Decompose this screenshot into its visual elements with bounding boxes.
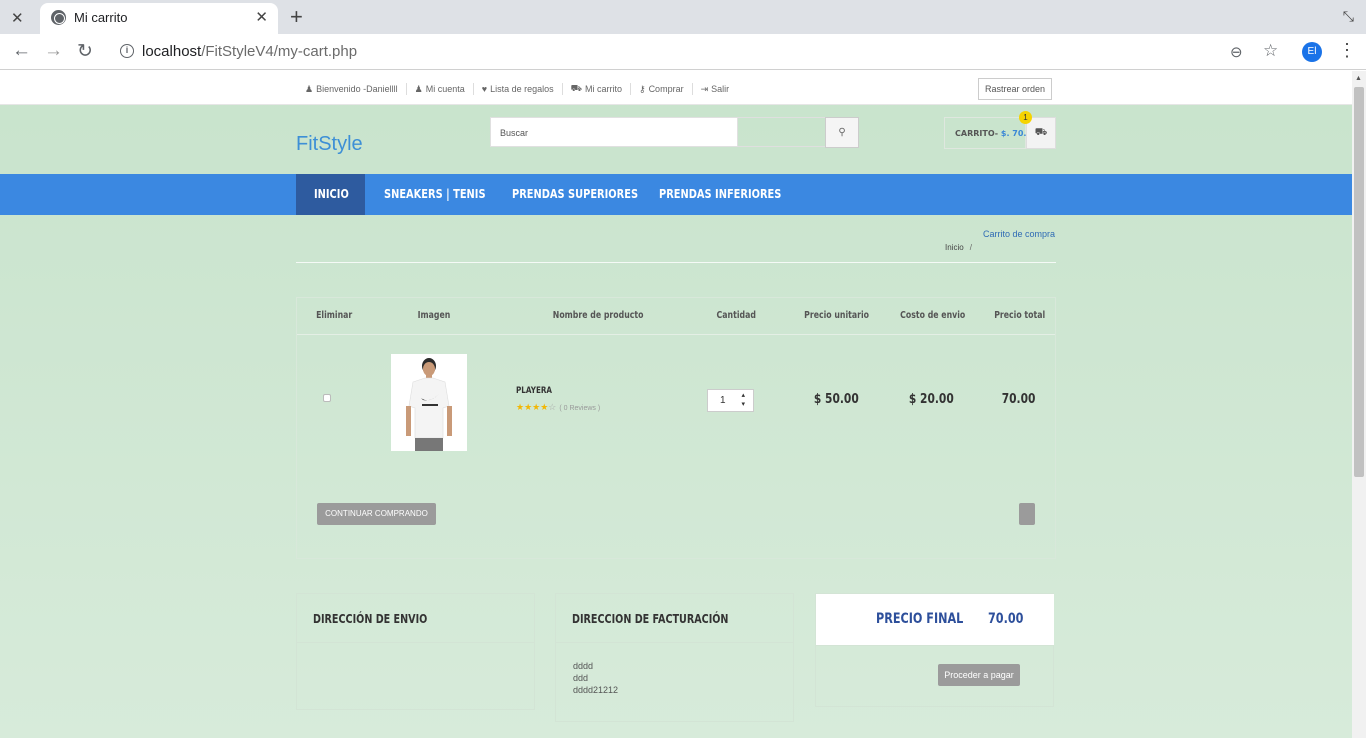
col-header-cantidad: Cantidad (716, 310, 756, 321)
continue-shopping-button[interactable]: CONTINUAR COMPRANDO (317, 503, 436, 525)
col-header-imagen: Imagen (417, 310, 451, 321)
unit-price: $ 50.00 (813, 392, 859, 407)
info-icon[interactable]: i (120, 44, 134, 58)
search-button[interactable]: ⚲ (825, 117, 859, 148)
top-link-welcome[interactable]: ♟ Bienvenido -Daniellll (305, 83, 407, 95)
avatar[interactable]: El (1302, 42, 1322, 62)
cart-table: Eliminar Imagen Nombre de producto Canti… (296, 297, 1056, 559)
cart-summary[interactable]: CARRITO- $. 70.00 (944, 117, 1038, 149)
col-header-nombre: Nombre de producto (552, 310, 644, 321)
close-icon[interactable]: ✕ (11, 9, 24, 27)
search-icon: ⚲ (838, 127, 846, 138)
top-link-checkout[interactable]: ⚷ Comprar (631, 83, 693, 95)
panel-title: DIRECCION DE FACTURACIÓN (556, 594, 793, 643)
breadcrumb-separator: / (969, 243, 972, 252)
search-category[interactable] (738, 117, 826, 147)
shipping-cost: $ 20.00 (908, 392, 954, 407)
globe-icon (51, 10, 66, 25)
total-price: 70.00 (1001, 392, 1036, 407)
star-icon[interactable]: ☆ (1263, 41, 1278, 61)
nav-item-inicio[interactable]: INICIO (314, 174, 349, 215)
quantity-stepper-icon[interactable]: ▴ ▾ (741, 391, 745, 409)
col-header-precio-unitario: Precio unitario (804, 310, 870, 321)
divider (296, 262, 1056, 263)
browser-toolbar: ← → ↻ i localhost/FitStyleV4/my-cart.php… (0, 34, 1366, 70)
final-price-panel: PRECIO FINAL 70.00 Proceder a pagar (815, 593, 1054, 707)
track-order-button[interactable]: Rastrear orden (978, 78, 1052, 100)
nav-item-prendas-inferiores[interactable]: PRENDAS INFERIORES (659, 174, 781, 215)
tab-close-icon[interactable]: ✕ (255, 8, 268, 26)
col-header-eliminar: Eliminar (316, 310, 353, 321)
reviews-count: ( 0 Reviews ) (559, 405, 601, 412)
page-title: Carrito de compra (983, 229, 1056, 239)
top-link-logout[interactable]: ⇥ Salir (693, 83, 738, 95)
proceed-to-pay-button[interactable]: Proceder a pagar (938, 664, 1020, 686)
quantity-input[interactable]: 1 ▴ ▾ (707, 389, 754, 412)
page-viewport: ♟ Bienvenido -Daniellll ♟ Mi cuenta ♥ Lista… (0, 71, 1352, 738)
scrollbar-thumb[interactable] (1354, 87, 1364, 477)
top-link-wishlist[interactable]: ♥ Lista de regalos (474, 83, 563, 95)
back-icon[interactable]: ← (12, 40, 31, 62)
user-icon: ♟ (305, 83, 314, 94)
menu-icon[interactable]: ⋮ (1338, 40, 1356, 61)
restore-window-icon[interactable]: ⤡ (1343, 8, 1354, 25)
col-header-precio-total: Precio total (994, 310, 1046, 321)
cart-button[interactable]: ⛟ (1026, 117, 1056, 149)
star-icon: ★★★★ (516, 402, 549, 412)
new-tab-icon[interactable]: + (290, 4, 303, 30)
nav-item-prendas-superiores[interactable]: PRENDAS SUPERIORES (512, 174, 638, 215)
rating-stars: ★★★★☆( 0 Reviews ) (516, 402, 600, 413)
main-nav: INICIO SNEAKERS | TENIS PRENDAS SUPERIOR… (0, 174, 1352, 215)
breadcrumb-home[interactable]: Inicio (945, 243, 964, 252)
search-input[interactable]: Buscar (490, 117, 738, 147)
shipping-address-panel: DIRECCIÓN DE ENVIO (296, 593, 535, 710)
update-cart-button[interactable] (1019, 503, 1035, 525)
reload-icon[interactable]: ↻ (77, 40, 93, 63)
final-price-label: PRECIO FINAL (876, 611, 964, 627)
cart-icon: ⛟ (1034, 127, 1048, 138)
panel-title: DIRECCIÓN DE ENVIO (297, 594, 534, 643)
final-price-value: 70.00 (988, 611, 1024, 627)
cart-icon: ⛟ (570, 83, 582, 93)
final-price-header: PRECIO FINAL 70.00 (816, 594, 1054, 646)
nav-item-sneakers[interactable]: SNEAKERS | TENIS (384, 174, 486, 215)
logo[interactable]: FitStyle (296, 133, 363, 156)
url-text: localhost/FitStyleV4/my-cart.php (142, 43, 358, 60)
key-icon: ⚷ (638, 83, 646, 94)
top-link-cart[interactable]: ⛟ Mi carrito (563, 83, 631, 95)
scrollbar[interactable]: ▲ (1352, 71, 1366, 738)
logout-icon: ⇥ (700, 83, 709, 94)
header-divider (297, 334, 1055, 335)
product-name[interactable]: PLAYERA (516, 386, 552, 396)
browser-tabbar: ✕ Mi carrito ✕ + ⤡ (0, 0, 1366, 34)
forward-icon[interactable]: → (44, 40, 63, 62)
product-image[interactable] (391, 354, 467, 451)
top-strip: ♟ Bienvenido -Daniellll ♟ Mi cuenta ♥ Lista… (0, 71, 1352, 105)
address-bar[interactable]: i localhost/FitStyleV4/my-cart.php (108, 37, 1293, 67)
tab-title: Mi carrito (74, 10, 128, 25)
star-empty-icon: ☆ (548, 402, 557, 412)
billing-address-lines: dddd ddd dddd21212 (573, 661, 619, 695)
scroll-up-icon[interactable]: ▲ (1355, 75, 1362, 82)
browser-tab[interactable]: Mi carrito ✕ (40, 3, 278, 34)
top-links: ♟ Bienvenido -Daniellll ♟ Mi cuenta ♥ Lista… (305, 83, 737, 95)
breadcrumb: Inicio / (945, 243, 972, 252)
cart-count-badge: 1 (1019, 111, 1032, 124)
tshirt-model-image (391, 354, 467, 451)
col-header-costo-envio: Costo de envio (900, 310, 966, 321)
top-link-account[interactable]: ♟ Mi cuenta (407, 83, 474, 95)
remove-checkbox[interactable] (323, 394, 331, 402)
billing-address-panel: DIRECCION DE FACTURACIÓN dddd ddd dddd21… (555, 593, 794, 722)
zoom-out-icon[interactable]: ⊖ (1230, 43, 1243, 61)
user-icon: ♟ (414, 83, 423, 94)
heart-icon: ♥ (481, 84, 488, 94)
